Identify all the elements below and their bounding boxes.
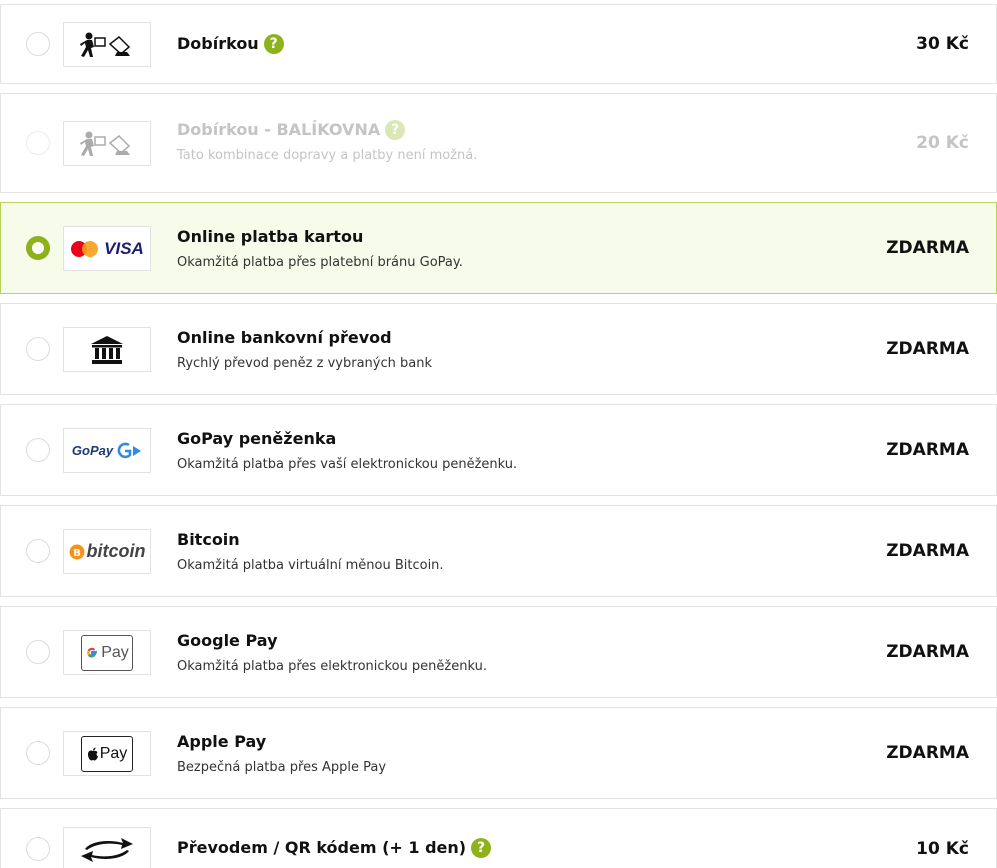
option-price: ZDARMA	[886, 743, 969, 763]
payment-logo: Pay	[63, 630, 151, 675]
cod-courier-icon	[77, 30, 137, 60]
payment-option-card[interactable]: VISA Online platba kartou Okamžitá platb…	[0, 202, 997, 294]
option-price: 20 Kč	[916, 133, 969, 153]
google-pay-icon: Pay	[81, 634, 133, 671]
help-icon[interactable]: ?	[263, 34, 284, 54]
radio-button[interactable]	[26, 438, 50, 462]
payment-option-qr-transfer[interactable]: Převodem / QR kódem (+ 1 den)? 10 Kč	[0, 808, 997, 868]
help-icon: ?	[385, 120, 406, 140]
mastercard-visa-icon: VISA	[70, 239, 144, 259]
payment-logo: B bitcoin	[63, 529, 151, 574]
radio-button[interactable]	[26, 32, 50, 56]
payment-option-apple-pay[interactable]: Pay Apple Pay Bezpečná platba přes Apple…	[0, 707, 997, 799]
radio-button	[26, 131, 50, 155]
payment-logo: GoPay	[63, 428, 151, 473]
option-title: Online platba kartou	[177, 227, 364, 246]
payment-option-gopay[interactable]: GoPay GoPay peněženka Okamžitá platba př…	[0, 404, 997, 496]
payment-option-bank-transfer[interactable]: Online bankovní převod Rychlý převod pen…	[0, 303, 997, 395]
radio-button[interactable]	[26, 337, 50, 361]
radio-button[interactable]	[26, 236, 50, 260]
cod-courier-icon	[77, 129, 137, 159]
radio-button[interactable]	[26, 837, 50, 861]
option-title: Google Pay	[177, 631, 278, 650]
radio-button[interactable]	[26, 741, 50, 765]
option-price: 30 Kč	[916, 34, 969, 54]
option-title: Online bankovní převod	[177, 328, 392, 347]
option-title: GoPay peněženka	[177, 429, 337, 448]
payment-option-google-pay[interactable]: Pay Google Pay Okamžitá platba přes elek…	[0, 606, 997, 698]
option-price: 10 Kč	[916, 839, 969, 859]
option-price: ZDARMA	[886, 642, 969, 662]
payment-logo	[63, 121, 151, 166]
option-description: Okamžitá platba přes vaší elektronickou …	[177, 457, 518, 472]
option-price: ZDARMA	[886, 339, 969, 359]
payment-logo: VISA	[63, 226, 151, 271]
payment-logo: Pay	[63, 731, 151, 776]
payment-logo	[63, 827, 151, 868]
payment-logo	[63, 22, 151, 67]
option-title: Převodem / QR kódem (+ 1 den)?	[177, 838, 492, 858]
option-description: Okamžitá platba přes platební bránu GoPa…	[177, 255, 463, 270]
option-title: Dobírkou - BALÍKOVNA?	[177, 120, 477, 140]
option-title: Apple Pay	[177, 732, 267, 751]
svg-text:B: B	[73, 548, 81, 559]
radio-button[interactable]	[26, 640, 50, 664]
option-description: Okamžitá platba přes elektronickou peněž…	[177, 659, 487, 674]
payment-option-dobirkou[interactable]: Dobírkou? 30 Kč	[0, 4, 997, 84]
help-icon[interactable]: ?	[471, 838, 492, 858]
option-description: Tato kombinace dopravy a platby není mož…	[177, 148, 478, 163]
bitcoin-logo-icon: B bitcoin	[69, 541, 146, 562]
option-title: Bitcoin	[177, 530, 240, 549]
apple-pay-icon: Pay	[81, 735, 133, 772]
payment-option-dobirkou-balikovna: Dobírkou - BALÍKOVNA? Tato kombinace dop…	[0, 93, 997, 193]
payment-option-bitcoin[interactable]: B bitcoin Bitcoin Okamžitá platba virtuá…	[0, 505, 997, 597]
bank-icon	[90, 335, 124, 365]
gopay-logo-icon: GoPay	[72, 442, 142, 460]
option-description: Okamžitá platba virtuální měnou Bitcoin.	[177, 558, 444, 573]
option-description: Rychlý převod peněz z vybraných bank	[177, 356, 432, 371]
option-title: Dobírkou?	[177, 34, 284, 54]
payment-logo	[63, 327, 151, 372]
transfer-arrows-icon	[79, 835, 135, 865]
radio-button[interactable]	[26, 539, 50, 563]
option-description: Bezpečná platba přes Apple Pay	[177, 760, 387, 775]
option-price: ZDARMA	[886, 440, 969, 460]
option-price: ZDARMA	[886, 238, 969, 258]
option-price: ZDARMA	[886, 541, 969, 561]
